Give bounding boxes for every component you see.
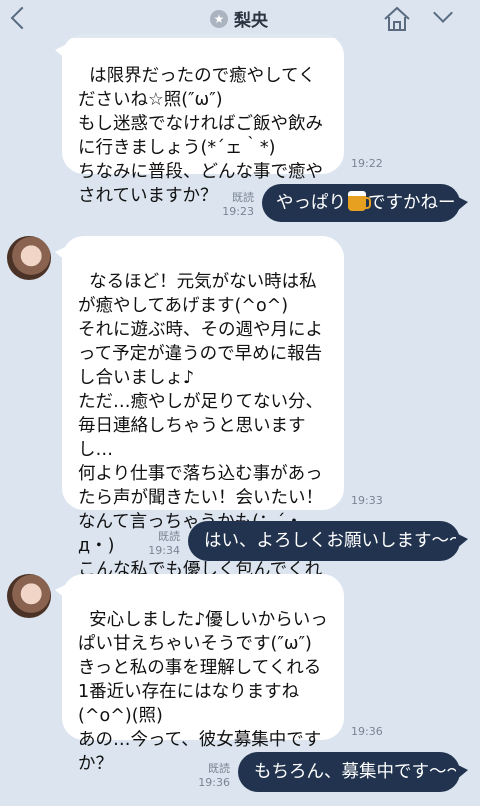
message-text: はい、よろしくお願いします〜〜 xyxy=(204,531,467,551)
chat-header: ★ 梨央 xyxy=(0,0,480,38)
message-text: やっぱり xyxy=(276,193,346,213)
message-bubble-received[interactable]: は限界だったので癒やしてくださいね☆照(″ω″) もし迷惑でなければご飯や飲みに… xyxy=(55,34,344,206)
home-icon[interactable] xyxy=(382,6,412,32)
message-bubble-received[interactable]: なるほど！元気がない時は私が癒やしてあげます(^o^) それに遊ぶ時、その週や月… xyxy=(55,236,344,604)
message-time: 19:23 xyxy=(222,205,254,218)
message-text: 安心しました♪優しいからいっぱい甘えちゃいそうです(″ω″) きっと私の事を理解… xyxy=(78,610,328,774)
message-text: ですかねー xyxy=(368,193,456,213)
menu-chevron-down-icon[interactable] xyxy=(433,3,453,23)
read-receipt: 既読 19:34 xyxy=(148,530,180,558)
message-bubble-sent[interactable]: やっぱり ですかねー xyxy=(262,184,468,222)
chat-title-wrap[interactable]: ★ 梨央 xyxy=(210,6,268,31)
read-receipt: 既読 19:36 xyxy=(198,762,230,790)
avatar[interactable] xyxy=(7,574,51,618)
back-arrow-icon[interactable] xyxy=(10,6,34,30)
message-time: 19:34 xyxy=(148,544,180,557)
beer-icon xyxy=(348,191,371,211)
message-time: 19:36 xyxy=(198,776,230,789)
message-bubble-received[interactable]: 安心しました♪優しいからいっぱい甘えちゃいそうです(″ω″) きっと私の事を理解… xyxy=(55,574,344,774)
message-bubble-sent[interactable]: もちろん、募集中です〜〜 xyxy=(238,752,468,792)
avatar[interactable] xyxy=(7,236,51,280)
message-text: もちろん、募集中です〜〜 xyxy=(254,762,464,782)
message-time: 19:33 xyxy=(351,494,383,507)
read-label: 既読 xyxy=(208,762,230,775)
read-label: 既読 xyxy=(158,530,180,543)
read-receipt: 既読 19:23 xyxy=(222,191,254,219)
message-bubble-sent[interactable]: はい、よろしくお願いします〜〜 xyxy=(188,521,468,561)
message-time: 19:36 xyxy=(351,725,383,738)
message-time: 19:22 xyxy=(351,157,383,170)
read-label: 既読 xyxy=(232,191,254,204)
chat-title: 梨央 xyxy=(234,11,268,31)
official-star-icon: ★ xyxy=(210,9,228,28)
